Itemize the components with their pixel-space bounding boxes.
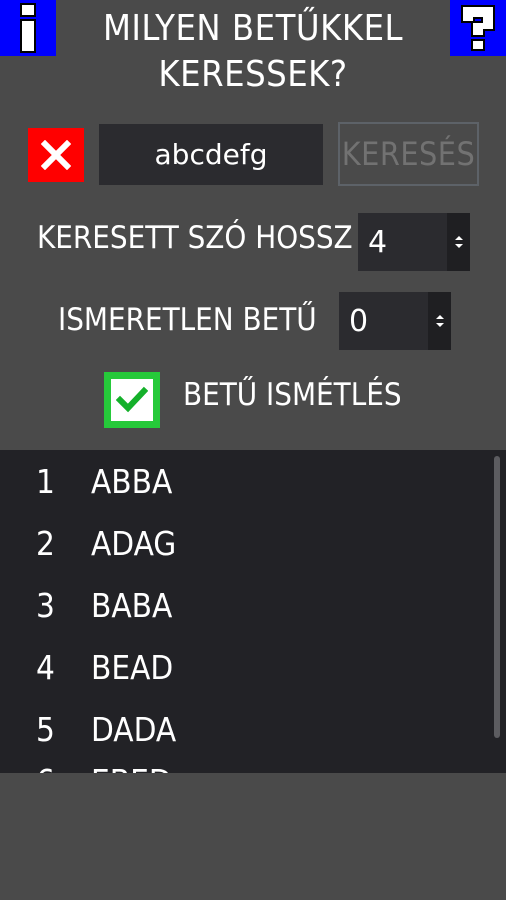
unknown-letters-label: ISMERETLEN BETŰ	[58, 302, 317, 338]
title-line-2: KERESSEK?	[158, 54, 348, 95]
help-button[interactable]	[450, 0, 506, 56]
result-word: DADA	[91, 709, 177, 749]
results-scrollbar[interactable]	[494, 456, 500, 738]
title-line-1: MILYEN BETŰKKEL	[102, 8, 404, 49]
clear-button[interactable]	[28, 128, 84, 182]
list-item[interactable]: 3 BABA	[0, 574, 480, 636]
result-number: 2	[36, 523, 55, 563]
list-item[interactable]: 6 EBED	[0, 750, 480, 774]
result-number: 3	[36, 585, 55, 625]
list-item[interactable]: 2 ADAG	[0, 512, 480, 574]
unknown-letters-select[interactable]: 0	[339, 292, 451, 350]
result-number: 6	[36, 762, 76, 774]
result-word: BABA	[91, 585, 173, 625]
page-title: MILYEN BETŰKKEL KERESSEK?	[60, 6, 446, 98]
result-number: 1	[36, 461, 55, 501]
unknown-letters-value: 0	[349, 303, 369, 339]
checkbox-box	[111, 379, 153, 421]
updown-icon	[447, 213, 470, 271]
result-word: EBED	[91, 762, 172, 774]
word-length-label: KERESETT SZÓ HOSSZ	[37, 220, 353, 256]
word-length-select[interactable]: 4	[358, 213, 470, 271]
result-word: BEAD	[91, 647, 174, 687]
result-number: 5	[36, 709, 55, 749]
results-list[interactable]: 1 ABBA 2 ADAG 3 BABA 4 BEAD 5 DADA 6 EBE…	[0, 450, 506, 773]
result-word: ABBA	[91, 461, 173, 501]
updown-icon	[428, 292, 451, 350]
result-number: 4	[36, 647, 55, 687]
word-length-value: 4	[368, 224, 388, 260]
list-item[interactable]: 1 ABBA	[0, 450, 480, 512]
letters-input[interactable]	[99, 124, 323, 185]
search-button[interactable]: KERESÉS	[338, 122, 479, 186]
info-icon	[20, 3, 36, 53]
letter-repeat-label: BETŰ ISMÉTLÉS	[183, 377, 402, 413]
checkmark-icon	[116, 386, 148, 413]
info-button[interactable]	[0, 0, 56, 56]
letter-repeat-checkbox[interactable]	[104, 372, 160, 428]
result-word: ADAG	[91, 523, 177, 563]
help-icon	[461, 5, 495, 51]
close-icon	[41, 140, 71, 170]
list-item[interactable]: 4 BEAD	[0, 636, 480, 698]
